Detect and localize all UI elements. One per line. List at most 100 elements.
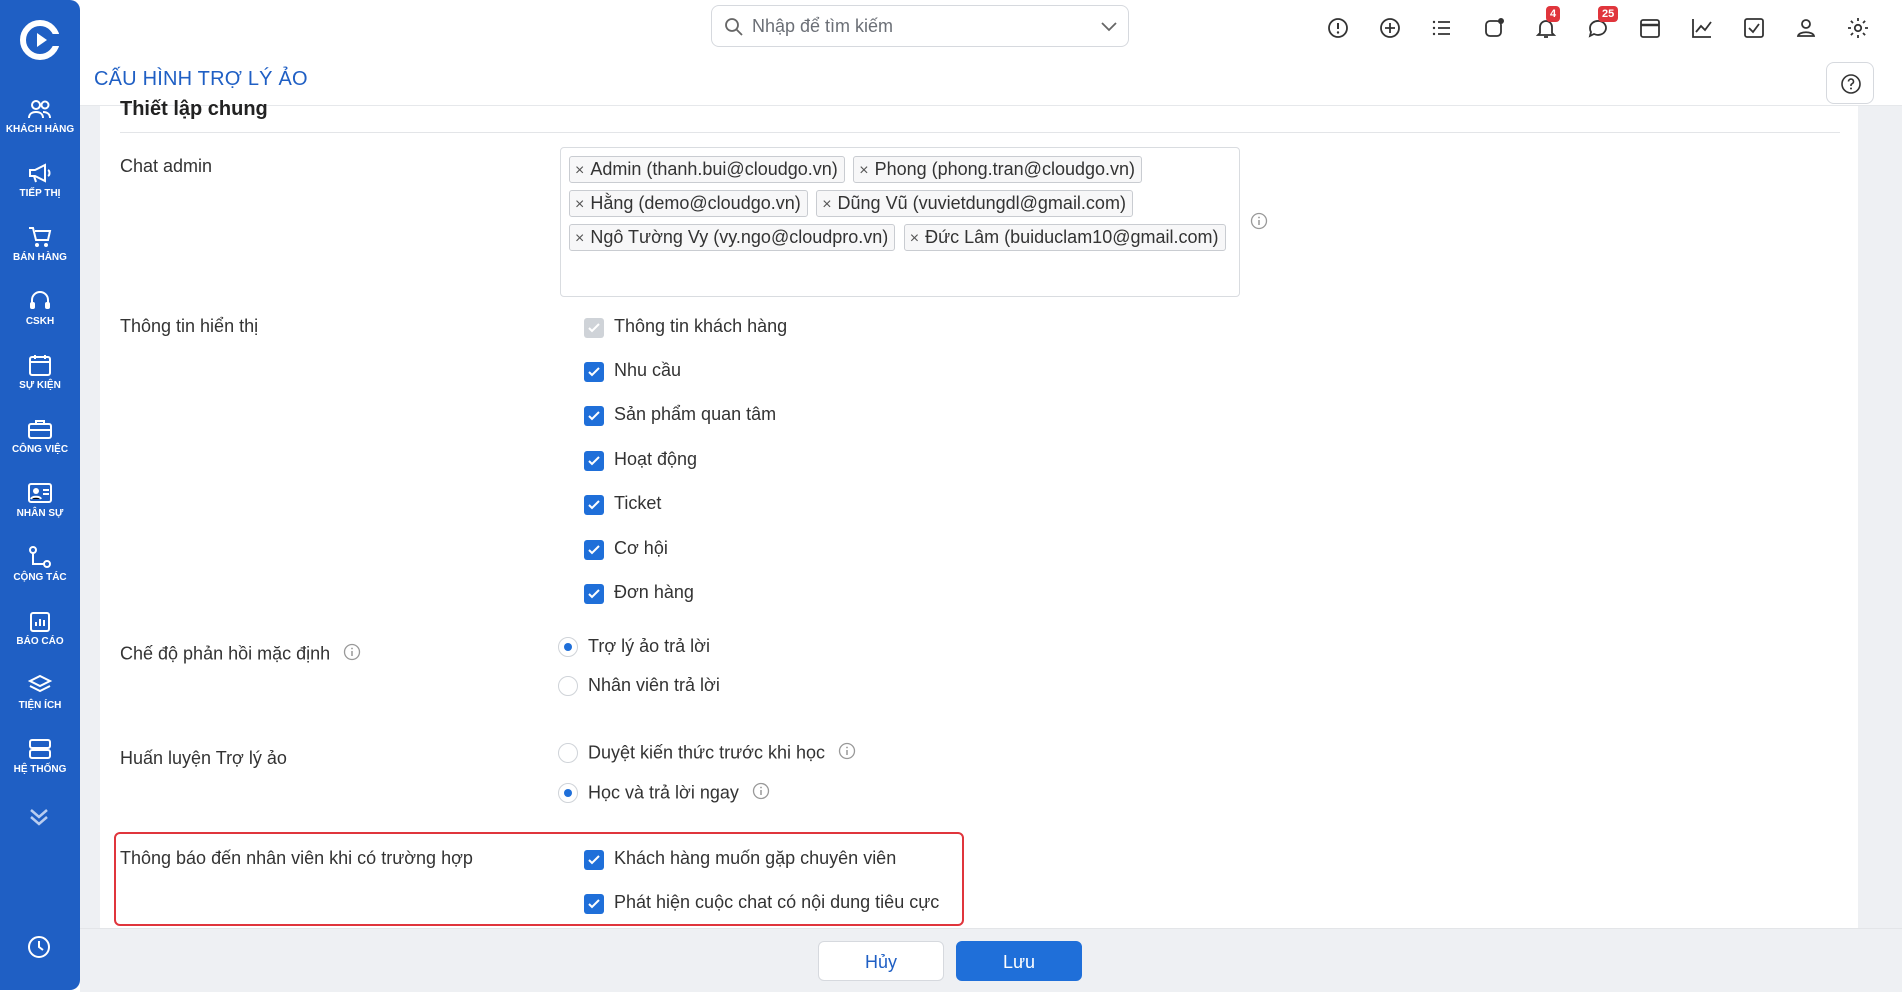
sidebar-item-he-thong[interactable]: HỆ THỐNG [0,732,80,788]
radio-label: Nhân viên trả lời [588,675,720,695]
calendar-icon [29,355,51,376]
display-info-label: Thông tin hiển thị [120,316,259,336]
admin-tag[interactable]: × Phong (phong.tran@cloudgo.vn) [853,156,1143,183]
sidebar-item-khach-hang[interactable]: KHÁCH HÀNG [0,92,80,148]
sidebar-item-label: BÁO CÁO [16,636,64,647]
app-icon[interactable] [1482,16,1508,42]
sidebar-item-cong-viec[interactable]: CÔNG VIỆC [0,412,80,468]
radio-button[interactable] [558,676,578,696]
remove-tag-icon[interactable]: × [575,196,584,213]
radio-label: Trợ lý ảo trả lời [588,636,710,656]
sidebar-item-su-kien[interactable]: SỰ KIỆN [0,348,80,404]
task-check-icon[interactable] [1742,16,1768,42]
layers-icon [27,674,53,693]
title-bar: CẤU HÌNH TRỢ LÝ ẢO [80,58,1902,106]
remove-tag-icon[interactable]: × [575,230,584,247]
search-box[interactable] [711,5,1129,47]
checkbox[interactable] [584,362,604,382]
checkbox-label: Nhu cầu [614,360,682,380]
checkbox[interactable] [584,495,604,515]
remove-tag-icon[interactable]: × [575,162,584,179]
chevron-down-icon[interactable] [1100,19,1118,38]
checkbox[interactable] [584,406,604,426]
section-title: Thiết lập chung [120,98,268,120]
page-title: CẤU HÌNH TRỢ LÝ ẢO [94,68,308,90]
reply-mode-label: Chế độ phản hồi mặc định [120,643,361,666]
sidebar-item-cskh[interactable]: CSKH [0,284,80,340]
sidebar-item-tiep-thi[interactable]: TIẾP THỊ [0,156,80,212]
cart-icon [29,227,52,247]
search-input[interactable] [752,14,1082,38]
bell-icon[interactable]: 4 [1534,6,1561,42]
admin-tag[interactable]: × Admin (thanh.bui@cloudgo.vn) [569,156,845,183]
radio-label: Học và trả lời ngay [588,782,770,805]
expand-menu-icon[interactable] [26,806,52,833]
highlight-box [114,832,964,926]
page: KHÁCH HÀNG TIẾP THỊ BÁN HÀNG CSKH SỰ KIỆ… [0,0,1902,992]
radio-button[interactable] [558,783,578,803]
admin-tag[interactable]: × Hằng (demo@cloudgo.vn) [569,190,808,217]
sidebar-item-bao-cao[interactable]: BÁO CÁO [0,604,80,660]
chart-icon[interactable] [1690,16,1716,42]
checkbox-label: Đơn hàng [614,582,694,602]
sidebar-item-label: TIẾP THỊ [19,188,61,199]
sidebar-item-ban-hang[interactable]: BÁN HÀNG [0,220,80,276]
sidebar-item-label: CSKH [25,316,55,327]
add-icon[interactable] [1378,16,1404,42]
chat-icon[interactable]: 25 [1586,6,1619,42]
training-label: Huấn luyện Trợ lý ảo [120,748,287,768]
checkbox-label: Ticket [614,493,662,513]
radio-button[interactable] [558,743,578,763]
info-icon[interactable] [343,643,361,666]
users-icon [28,100,51,119]
cancel-button[interactable]: Hủy [818,941,944,981]
chat-admin-multiselect[interactable]: × Admin (thanh.bui@cloudgo.vn) × Phong (ph… [560,147,1240,297]
footer-actions: Hủy Lưu [80,928,1902,992]
server-icon [29,739,51,759]
remove-tag-icon[interactable]: × [910,230,919,247]
sidebar-item-label: TIỆN ÍCH [18,700,62,711]
topbar: 4 25 [80,0,1902,58]
info-icon[interactable] [1250,212,1268,235]
admin-tag[interactable]: × Ngô Tường Vy (vy.ngo@cloudpro.vn) [569,224,896,251]
collab-icon [29,546,51,568]
megaphone-icon [29,163,51,183]
checkbox [584,318,604,338]
checkbox[interactable] [584,451,604,471]
help-icon [1841,74,1861,94]
info-icon[interactable] [752,782,770,805]
checkbox[interactable] [584,584,604,604]
chat-admin-label: Chat admin [120,156,213,176]
calendar-icon[interactable] [1638,16,1664,42]
headset-icon [30,291,50,309]
checkbox-label: Cơ hội [614,538,668,558]
sidebar-item-tien-ich[interactable]: TIỆN ÍCH [0,668,80,724]
radio-button[interactable] [558,637,578,657]
help-button[interactable] [1826,62,1874,104]
sidebar-item-nhan-su[interactable]: NHÂN SỰ [0,476,80,532]
message-badge: 25 [1598,6,1619,22]
notification-badge: 4 [1546,6,1561,22]
list-icon[interactable] [1430,16,1456,42]
admin-tag[interactable]: × Đức Lâm (buiduclam10@gmail.com) [903,224,1226,251]
sidebar-item-label: HỆ THỐNG [13,764,67,775]
alert-icon[interactable] [1326,16,1352,42]
sidebar-item-cong-tac[interactable]: CỘNG TÁC [0,540,80,596]
cloudgo-logo[interactable] [20,20,62,60]
settings-card: Thiết lập chung Chat admin × Admin (thanh… [100,98,1858,928]
remove-tag-icon[interactable]: × [822,196,831,213]
remove-tag-icon[interactable]: × [859,162,868,179]
user-icon[interactable] [1794,16,1820,42]
checkbox-label: Thông tin khách hàng [614,316,788,336]
save-button[interactable]: Lưu [956,941,1082,981]
history-icon[interactable] [26,934,52,965]
settings-icon[interactable] [1846,16,1872,42]
sidebar-item-label: CỘNG TÁC [13,572,67,583]
sidebar-item-label: CÔNG VIỆC [11,444,69,455]
info-icon[interactable] [838,742,856,765]
sidebar-item-label: SỰ KIỆN [19,380,61,391]
section-divider [120,132,1840,133]
checkbox[interactable] [584,540,604,560]
clipboard-icon [30,612,50,632]
admin-tag[interactable]: × Dũng Vũ (vuvietdungdl@gmail.com) [816,190,1133,217]
